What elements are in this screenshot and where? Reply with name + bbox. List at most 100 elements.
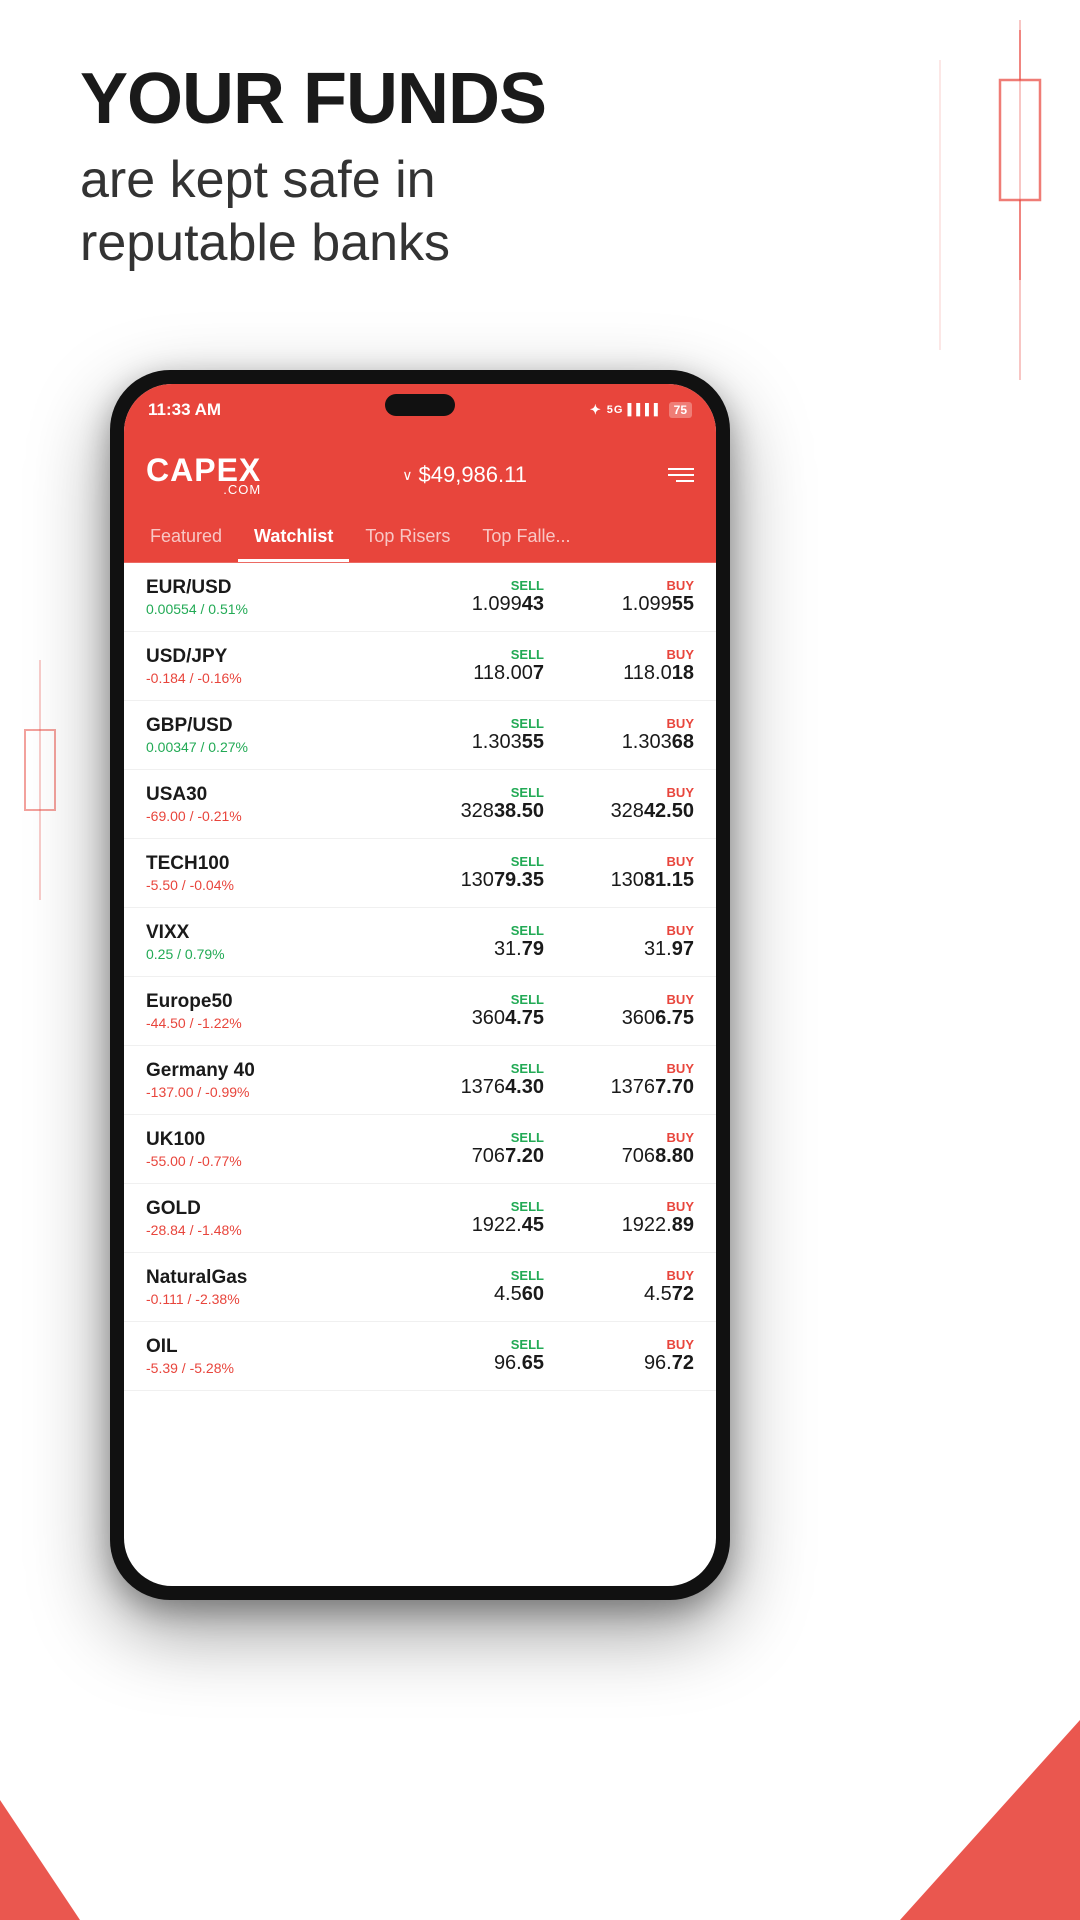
balance-display[interactable]: ∨ $49,986.11 <box>402 462 527 488</box>
instrument-name: TECH100 <box>146 853 434 875</box>
instrument-change: -44.50 / -1.22% <box>146 1015 434 1031</box>
buy-label: BUY <box>584 716 694 731</box>
sell-price: 1.09943 <box>434 593 544 616</box>
instrument-prices: SELL 96.65 BUY 96.72 <box>434 1337 694 1375</box>
table-row[interactable]: NaturalGas -0.111 / -2.38% SELL 4.560 BU… <box>124 1253 716 1322</box>
tab-watchlist[interactable]: Watchlist <box>238 514 349 562</box>
table-row[interactable]: OIL -5.39 / -5.28% SELL 96.65 BUY 96.72 <box>124 1322 716 1391</box>
tab-top-fallers[interactable]: Top Falle... <box>466 514 586 562</box>
sell-label: SELL <box>434 785 544 800</box>
instrument-info: EUR/USD 0.00554 / 0.51% <box>146 577 434 617</box>
instrument-name: VIXX <box>146 922 434 944</box>
instrument-info: USD/JPY -0.184 / -0.16% <box>146 646 434 686</box>
status-bar: 11:33 AM ✦ 5G ▌▌▌▌ 75 <box>124 384 716 436</box>
sell-price: 1922.45 <box>434 1214 544 1237</box>
table-row[interactable]: GOLD -28.84 / -1.48% SELL 1922.45 BUY 19… <box>124 1184 716 1253</box>
buy-label: BUY <box>584 785 694 800</box>
buy-label: BUY <box>584 1268 694 1283</box>
sell-price-col: SELL 1.09943 <box>434 578 544 616</box>
sell-price: 4.560 <box>434 1283 544 1306</box>
buy-label: BUY <box>584 1199 694 1214</box>
instrument-name: USA30 <box>146 784 434 806</box>
buy-price: 7068.80 <box>584 1145 694 1168</box>
tab-featured[interactable]: Featured <box>134 514 238 562</box>
tab-top-risers[interactable]: Top Risers <box>349 514 466 562</box>
nav-tabs: Featured Watchlist Top Risers Top Falle.… <box>124 514 716 563</box>
instrument-prices: SELL 1922.45 BUY 1922.89 <box>434 1199 694 1237</box>
decorative-triangle-br <box>900 1720 1080 1920</box>
sell-price: 118.007 <box>434 662 544 685</box>
instrument-info: USA30 -69.00 / -0.21% <box>146 784 434 824</box>
buy-price-col: BUY 13767.70 <box>584 1061 694 1099</box>
sell-label: SELL <box>434 716 544 731</box>
sell-price-col: SELL 1.30355 <box>434 716 544 754</box>
instrument-name: EUR/USD <box>146 577 434 599</box>
sell-label: SELL <box>434 854 544 869</box>
sell-price: 3604.75 <box>434 1007 544 1030</box>
table-row[interactable]: Europe50 -44.50 / -1.22% SELL 3604.75 BU… <box>124 977 716 1046</box>
instrument-prices: SELL 13764.30 BUY 13767.70 <box>434 1061 694 1099</box>
sell-price-col: SELL 7067.20 <box>434 1130 544 1168</box>
buy-price-col: BUY 7068.80 <box>584 1130 694 1168</box>
signal-icon: 5G ▌▌▌▌ <box>607 404 663 416</box>
buy-price: 118.018 <box>584 662 694 685</box>
phone-inner: 11:33 AM ✦ 5G ▌▌▌▌ 75 CAPEX.COM ∨ <box>124 384 716 1586</box>
buy-label: BUY <box>584 1130 694 1145</box>
instrument-name: GOLD <box>146 1198 434 1220</box>
sell-price-col: SELL 32838.50 <box>434 785 544 823</box>
sell-label: SELL <box>434 923 544 938</box>
table-row[interactable]: Germany 40 -137.00 / -0.99% SELL 13764.3… <box>124 1046 716 1115</box>
buy-price: 4.572 <box>584 1283 694 1306</box>
buy-price: 31.97 <box>584 938 694 961</box>
buy-price: 13081.15 <box>584 869 694 892</box>
table-row[interactable]: EUR/USD 0.00554 / 0.51% SELL 1.09943 BUY… <box>124 563 716 632</box>
buy-price: 1.30368 <box>584 731 694 754</box>
instrument-info: OIL -5.39 / -5.28% <box>146 1336 434 1376</box>
buy-label: BUY <box>584 854 694 869</box>
table-row[interactable]: USA30 -69.00 / -0.21% SELL 32838.50 BUY … <box>124 770 716 839</box>
buy-price: 32842.50 <box>584 800 694 823</box>
page-subtitle: are kept safe in reputable banks <box>80 149 546 274</box>
buy-label: BUY <box>584 1061 694 1076</box>
sell-price-col: SELL 13079.35 <box>434 854 544 892</box>
phone-outer: 11:33 AM ✦ 5G ▌▌▌▌ 75 CAPEX.COM ∨ <box>110 370 730 1600</box>
instrument-name: Europe50 <box>146 991 434 1013</box>
table-row[interactable]: UK100 -55.00 / -0.77% SELL 7067.20 BUY 7… <box>124 1115 716 1184</box>
buy-label: BUY <box>584 923 694 938</box>
menu-line-3 <box>676 480 694 482</box>
buy-price-col: BUY 1.09955 <box>584 578 694 616</box>
sell-label: SELL <box>434 1130 544 1145</box>
table-row[interactable]: GBP/USD 0.00347 / 0.27% SELL 1.30355 BUY… <box>124 701 716 770</box>
instrument-prices: SELL 1.30355 BUY 1.30368 <box>434 716 694 754</box>
buy-price-col: BUY 4.572 <box>584 1268 694 1306</box>
buy-price-col: BUY 118.018 <box>584 647 694 685</box>
table-row[interactable]: VIXX 0.25 / 0.79% SELL 31.79 BUY 31.97 <box>124 908 716 977</box>
instrument-prices: SELL 1.09943 BUY 1.09955 <box>434 578 694 616</box>
bg-chart-right <box>860 0 1080 420</box>
sell-price: 13764.30 <box>434 1076 544 1099</box>
menu-button[interactable] <box>668 468 694 482</box>
buy-label: BUY <box>584 1337 694 1352</box>
bg-chart-left <box>0 650 80 910</box>
instrument-name: GBP/USD <box>146 715 434 737</box>
table-row[interactable]: USD/JPY -0.184 / -0.16% SELL 118.007 BUY… <box>124 632 716 701</box>
sell-price: 13079.35 <box>434 869 544 892</box>
instrument-info: UK100 -55.00 / -0.77% <box>146 1129 434 1169</box>
sell-price-col: SELL 96.65 <box>434 1337 544 1375</box>
instrument-info: VIXX 0.25 / 0.79% <box>146 922 434 962</box>
instrument-change: -69.00 / -0.21% <box>146 808 434 824</box>
buy-price: 3606.75 <box>584 1007 694 1030</box>
instrument-name: OIL <box>146 1336 434 1358</box>
table-row[interactable]: TECH100 -5.50 / -0.04% SELL 13079.35 BUY… <box>124 839 716 908</box>
instrument-change: -5.50 / -0.04% <box>146 877 434 893</box>
instrument-info: TECH100 -5.50 / -0.04% <box>146 853 434 893</box>
sell-price-col: SELL 31.79 <box>434 923 544 961</box>
page-title: YOUR FUNDS <box>80 60 546 139</box>
instrument-prices: SELL 31.79 BUY 31.97 <box>434 923 694 961</box>
app-header: CAPEX.COM ∨ $49,986.11 <box>124 436 716 514</box>
instrument-prices: SELL 118.007 BUY 118.018 <box>434 647 694 685</box>
instrument-info: GBP/USD 0.00347 / 0.27% <box>146 715 434 755</box>
sell-price: 1.30355 <box>434 731 544 754</box>
buy-price-col: BUY 1.30368 <box>584 716 694 754</box>
sell-label: SELL <box>434 1199 544 1214</box>
